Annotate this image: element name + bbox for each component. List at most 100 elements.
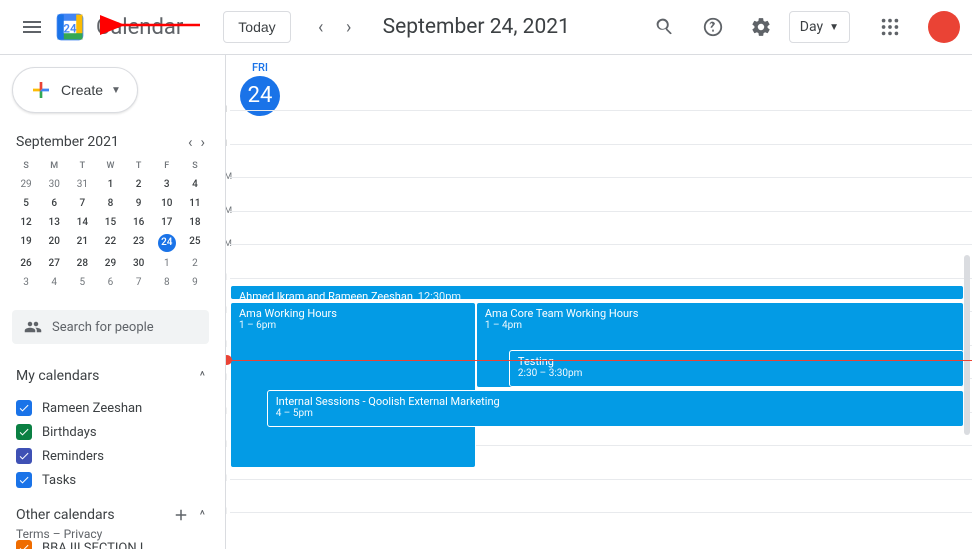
grid-line <box>230 144 972 145</box>
mini-day[interactable]: 13 <box>40 213 68 232</box>
hour-label: 8 AM <box>225 105 227 115</box>
mini-day[interactable]: 15 <box>96 213 124 232</box>
mini-day[interactable]: 28 <box>68 254 96 273</box>
mini-day[interactable]: 4 <box>40 273 68 292</box>
mini-day[interactable]: 6 <box>40 194 68 213</box>
my-calendar-item[interactable]: Rameen Zeeshan <box>12 396 209 420</box>
create-button[interactable]: Create ▼ <box>12 67 138 113</box>
terms-link[interactable]: Terms <box>16 527 50 541</box>
mini-day[interactable]: 1 <box>96 175 124 194</box>
main-menu-button[interactable] <box>12 7 52 47</box>
calendar-event[interactable]: Ahmed Ikram and Rameen Zeeshan, 12:30pm <box>230 285 964 300</box>
mini-day[interactable]: 16 <box>125 213 153 232</box>
mini-dow: S <box>12 157 40 175</box>
mini-day[interactable]: 5 <box>12 194 40 213</box>
mini-day[interactable]: 9 <box>181 273 209 292</box>
prev-day-button[interactable]: ‹ <box>307 13 335 41</box>
my-calendars-header[interactable]: My calendars ^ <box>12 362 209 390</box>
mini-day[interactable]: 2 <box>125 175 153 194</box>
mini-dow: T <box>68 157 96 175</box>
search-people-label: Search for people <box>52 320 154 335</box>
mini-dow: W <box>96 157 124 175</box>
mini-next-month[interactable]: › <box>200 133 205 151</box>
next-day-button[interactable]: › <box>335 13 363 41</box>
search-button[interactable] <box>645 7 685 47</box>
calendar-event[interactable]: Ama Working Hours1 – 6pm <box>230 302 476 468</box>
my-calendar-item[interactable]: Tasks <box>12 468 209 492</box>
view-switcher[interactable]: Day ▼ <box>789 11 850 43</box>
mini-day[interactable]: 8 <box>96 194 124 213</box>
mini-day[interactable]: 7 <box>125 273 153 292</box>
header: 24 Calendar Today ‹ › September 24, 2021… <box>0 0 972 55</box>
mini-day[interactable]: 18 <box>181 213 209 232</box>
mini-day[interactable]: 29 <box>12 175 40 194</box>
hour-label: 4 PM <box>225 373 227 383</box>
my-calendar-item[interactable]: Reminders <box>12 444 209 468</box>
google-apps-button[interactable] <box>870 7 910 47</box>
mini-day[interactable]: 3 <box>153 175 181 194</box>
help-icon <box>702 16 724 38</box>
my-calendar-item[interactable]: Birthdays <box>12 420 209 444</box>
search-icon <box>654 16 676 38</box>
calendar-event[interactable]: Internal Sessions - Qoolish External Mar… <box>267 390 964 427</box>
calendar-label: BBA III SECTION L <box>42 541 147 549</box>
other-calendars-header[interactable]: Other calendars ^ <box>12 500 209 530</box>
settings-button[interactable] <box>741 7 781 47</box>
privacy-link[interactable]: Privacy <box>64 527 103 541</box>
mini-day[interactable]: 6 <box>96 273 124 292</box>
calendar-label: Birthdays <box>42 425 97 440</box>
support-button[interactable] <box>693 7 733 47</box>
mini-day[interactable]: 19 <box>12 232 40 254</box>
mini-day[interactable]: 17 <box>153 213 181 232</box>
calendar-checkbox[interactable] <box>16 424 32 440</box>
today-button[interactable]: Today <box>223 11 290 43</box>
mini-day[interactable]: 3 <box>12 273 40 292</box>
mini-day[interactable]: 12 <box>12 213 40 232</box>
mini-day[interactable]: 30 <box>40 175 68 194</box>
grid-line <box>230 177 972 178</box>
search-people-input[interactable]: Search for people <box>12 310 209 344</box>
grid-line <box>230 211 972 212</box>
mini-day[interactable]: 26 <box>12 254 40 273</box>
mini-day[interactable]: 2 <box>181 254 209 273</box>
calendar-checkbox[interactable] <box>16 448 32 464</box>
scrollbar-thumb[interactable] <box>964 255 970 435</box>
mini-day[interactable]: 20 <box>40 232 68 254</box>
mini-day[interactable]: 8 <box>153 273 181 292</box>
mini-day[interactable]: 29 <box>96 254 124 273</box>
chevron-down-icon: ▼ <box>829 22 839 33</box>
hour-label: 3 PM <box>225 340 227 350</box>
time-grid[interactable]: 8 AM9 AM10 AM11 AM12 PM1 PM2 PM3 PM4 PM5… <box>226 110 972 549</box>
mini-day[interactable]: 1 <box>153 254 181 273</box>
mini-day[interactable]: 24 <box>158 234 176 252</box>
mini-day[interactable]: 14 <box>68 213 96 232</box>
scrollbar[interactable] <box>962 55 970 549</box>
hour-label: 7 PM <box>225 474 227 484</box>
hour-label: 2 PM <box>225 306 227 316</box>
mini-prev-month[interactable]: ‹ <box>188 133 193 151</box>
day-header: FRI 24 <box>240 61 280 116</box>
mini-day[interactable]: 9 <box>125 194 153 213</box>
mini-day[interactable]: 23 <box>125 232 153 254</box>
mini-day[interactable]: 7 <box>68 194 96 213</box>
account-avatar[interactable] <box>928 11 960 43</box>
mini-day[interactable]: 22 <box>96 232 124 254</box>
mini-day[interactable]: 4 <box>181 175 209 194</box>
mini-day[interactable]: 5 <box>68 273 96 292</box>
mini-day[interactable]: 25 <box>181 232 209 254</box>
mini-day[interactable]: 31 <box>68 175 96 194</box>
mini-day[interactable]: 10 <box>153 194 181 213</box>
apps-grid-icon <box>879 16 901 38</box>
calendar-checkbox[interactable] <box>16 400 32 416</box>
calendar-checkbox[interactable] <box>16 540 32 549</box>
calendar-event[interactable]: Testing2:30 – 3:30pm <box>509 350 964 387</box>
mini-calendar[interactable]: SMTWTFS293031123456789101112131415161718… <box>12 157 209 292</box>
calendar-checkbox[interactable] <box>16 472 32 488</box>
add-calendar-button[interactable] <box>172 506 190 524</box>
mini-day[interactable]: 11 <box>181 194 209 213</box>
mini-day[interactable]: 27 <box>40 254 68 273</box>
mini-dow: T <box>125 157 153 175</box>
mini-day[interactable]: 21 <box>68 232 96 254</box>
mini-day[interactable]: 30 <box>125 254 153 273</box>
calendar-logo-icon: 24 <box>54 11 86 43</box>
